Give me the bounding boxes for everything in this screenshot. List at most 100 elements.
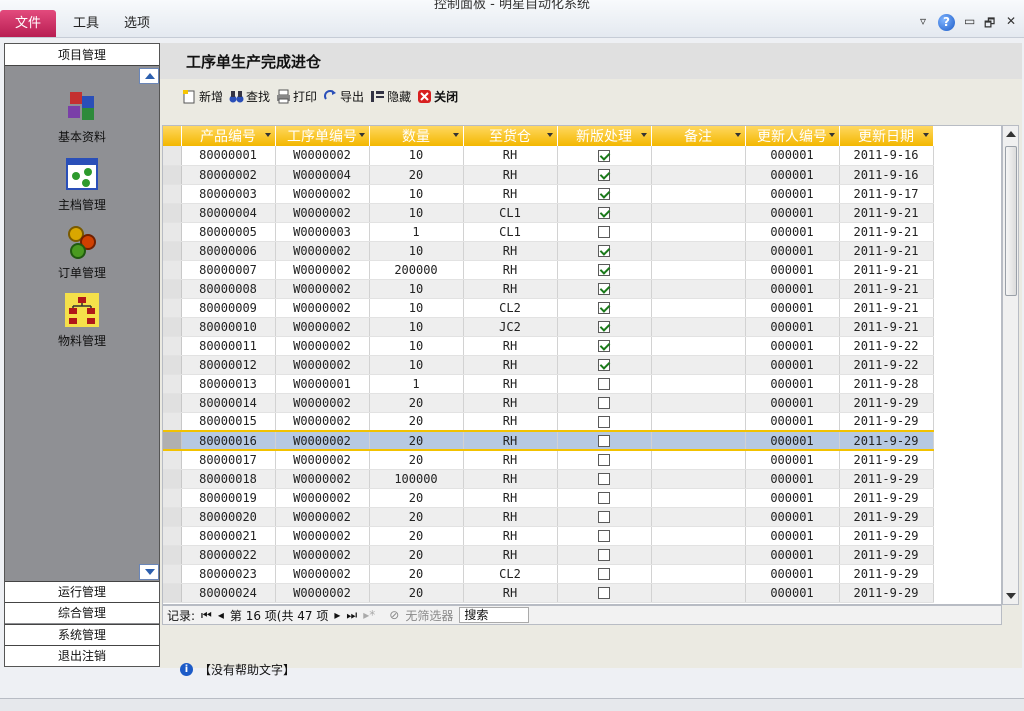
table-cell[interactable]: 80000006 [181,241,276,261]
table-cell[interactable]: 10 [369,298,464,318]
sort-dropdown-icon[interactable] [922,133,929,137]
table-row[interactable]: 80000018 W0000002 100000 RH 000001 2011-9-29 [163,469,934,489]
table-cell[interactable]: 80000021 [181,526,276,546]
table-cell[interactable]: RH [463,241,558,261]
row-selector[interactable] [163,146,182,166]
table-cell[interactable]: 80000003 [181,184,276,204]
row-selector[interactable] [163,469,182,489]
sort-dropdown-icon[interactable] [734,133,741,137]
table-cell[interactable] [651,203,746,223]
scroll-down-icon[interactable] [139,564,159,580]
table-cell[interactable]: 2011-9-21 [839,222,934,242]
column-header[interactable]: 更新日期 [839,126,934,146]
help-icon[interactable]: ? [938,14,955,31]
table-cell[interactable]: 2011-9-21 [839,203,934,223]
checkbox[interactable] [598,511,610,523]
table-cell[interactable]: 000001 [745,165,840,185]
table-cell[interactable] [651,184,746,204]
prev-record-icon[interactable]: ◂ [218,608,224,622]
table-cell[interactable]: 2011-9-21 [839,260,934,280]
table-row[interactable]: 80000003 W0000002 10 RH 000001 2011-9-17 [163,184,934,204]
checkbox[interactable] [598,492,610,504]
table-row[interactable]: 80000016 W0000002 20 RH 000001 2011-9-29 [163,430,934,451]
hide-button[interactable]: 隐藏 [370,88,411,105]
table-cell[interactable]: 000001 [745,412,840,432]
sidebar-section-general[interactable]: 综合管理 [5,602,159,623]
sort-dropdown-icon[interactable] [546,133,553,137]
table-row[interactable]: 80000024 W0000002 20 RH 000001 2011-9-29 [163,583,934,603]
table-row[interactable]: 80000001 W0000002 10 RH 000001 2011-9-16 [163,146,934,166]
table-cell[interactable]: RH [463,279,558,299]
table-cell[interactable]: 000001 [745,469,840,489]
search-input[interactable]: 搜索 [459,607,530,623]
checkbox[interactable] [598,340,610,352]
row-selector[interactable] [163,336,182,356]
table-cell[interactable]: RH [463,374,558,394]
table-row[interactable]: 80000015 W0000002 20 RH 000001 2011-9-29 [163,412,934,432]
checkbox[interactable] [598,245,610,257]
table-cell[interactable] [651,146,746,166]
checkbox[interactable] [598,435,610,447]
table-cell[interactable]: 10 [369,184,464,204]
table-cell[interactable]: W0000002 [275,507,370,527]
table-cell[interactable]: 80000009 [181,298,276,318]
table-cell[interactable]: 2011-9-21 [839,317,934,337]
sort-dropdown-icon[interactable] [264,133,271,137]
table-cell[interactable]: 20 [369,507,464,527]
table-row[interactable]: 80000022 W0000002 20 RH 000001 2011-9-29 [163,545,934,565]
table-cell[interactable] [651,488,746,508]
table-cell[interactable]: 2011-9-16 [839,165,934,185]
table-cell[interactable]: 000001 [745,203,840,223]
row-selector[interactable] [163,165,182,185]
table-cell[interactable]: 80000001 [181,146,276,166]
table-cell[interactable]: W0000002 [275,545,370,565]
table-cell[interactable]: 80000020 [181,507,276,527]
table-cell[interactable]: RH [463,526,558,546]
table-cell[interactable]: 20 [369,430,464,451]
table-cell[interactable]: 2011-9-17 [839,184,934,204]
table-cell[interactable]: 80000012 [181,355,276,375]
next-record-icon[interactable]: ▸ [334,608,340,622]
table-cell[interactable]: 000001 [745,279,840,299]
table-cell[interactable] [651,469,746,489]
sidebar-item-orders[interactable]: 订单管理 [5,224,159,281]
table-cell[interactable]: 2011-9-29 [839,545,934,565]
table-cell[interactable]: RH [463,545,558,565]
table-row[interactable]: 80000005 W0000003 1 CL1 000001 2011-9-21 [163,222,934,242]
minimize-icon[interactable]: ▭ [964,14,975,28]
table-cell[interactable]: 000001 [745,184,840,204]
table-row[interactable]: 80000002 W0000004 20 RH 000001 2011-9-16 [163,165,934,185]
checkbox[interactable] [598,321,610,333]
checkbox[interactable] [598,359,610,371]
menu-tools[interactable]: 工具 [73,10,99,37]
row-selector[interactable] [163,184,182,204]
table-cell[interactable]: 2011-9-29 [839,450,934,470]
table-cell[interactable]: 80000008 [181,279,276,299]
table-cell[interactable]: 10 [369,241,464,261]
table-cell[interactable]: 80000022 [181,545,276,565]
table-cell[interactable]: 20 [369,393,464,413]
table-cell[interactable] [651,298,746,318]
sort-dropdown-icon[interactable] [452,133,459,137]
table-row[interactable]: 80000014 W0000002 20 RH 000001 2011-9-29 [163,393,934,413]
checkbox[interactable] [598,530,610,542]
table-cell[interactable]: 80000014 [181,393,276,413]
table-cell[interactable]: JC2 [463,317,558,337]
table-cell[interactable]: W0000002 [275,488,370,508]
table-cell[interactable]: 80000010 [181,317,276,337]
table-cell[interactable]: 10 [369,146,464,166]
table-cell[interactable]: 000001 [745,260,840,280]
table-cell[interactable] [651,279,746,299]
table-cell[interactable]: 000001 [745,298,840,318]
scroll-up-icon[interactable] [1006,131,1016,137]
sidebar-section-system[interactable]: 系统管理 [5,624,159,645]
table-cell[interactable] [651,374,746,394]
column-header[interactable]: 至货仓 [463,126,558,146]
table-row[interactable]: 80000013 W0000001 1 RH 000001 2011-9-28 [163,374,934,394]
restore-icon[interactable]: 🗗 [984,14,995,35]
table-cell[interactable]: 2011-9-16 [839,146,934,166]
table-cell[interactable]: W0000002 [275,260,370,280]
table-cell[interactable]: W0000003 [275,222,370,242]
table-cell[interactable] [651,545,746,565]
table-cell[interactable]: 000001 [745,564,840,584]
